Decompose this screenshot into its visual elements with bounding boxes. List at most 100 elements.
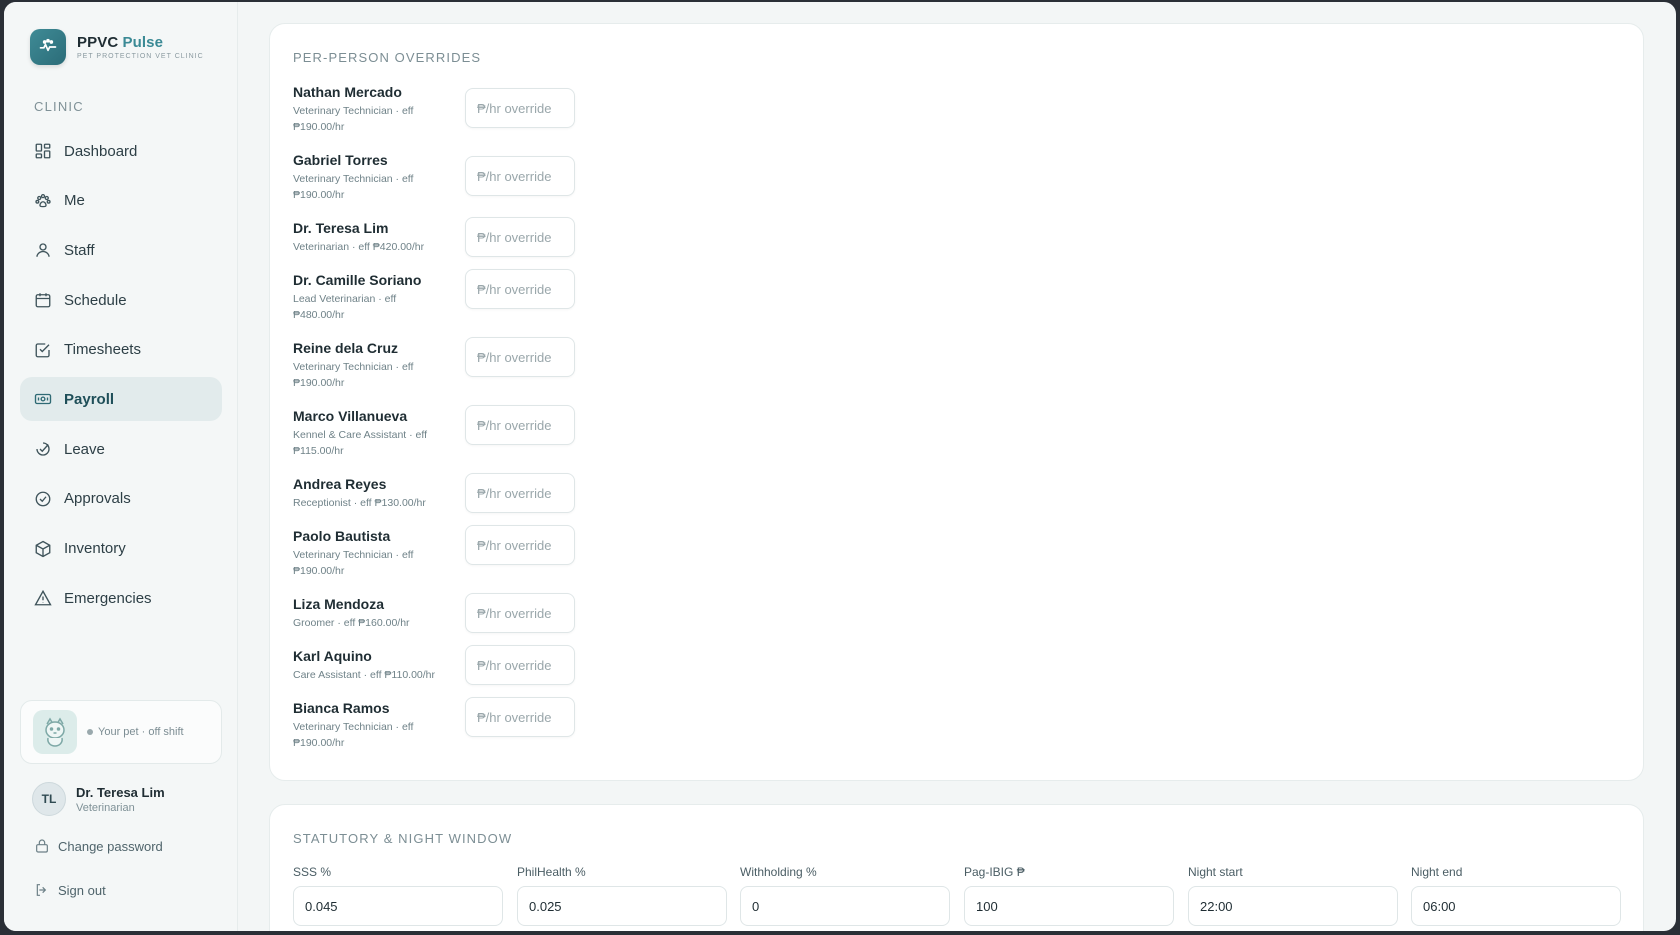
withholding-field: Withholding % — [740, 865, 950, 926]
leave-icon — [34, 440, 52, 458]
check-circle-icon — [34, 490, 52, 508]
override-row: Nathan Mercado Veterinary Technician · e… — [293, 84, 593, 135]
sidebar-item-label: Leave — [64, 440, 105, 458]
checkbox-icon — [34, 341, 52, 359]
override-rate-input[interactable] — [465, 88, 575, 128]
person-icon — [34, 241, 52, 259]
sidebar-item-dashboard[interactable]: Dashboard — [20, 129, 222, 173]
override-rate-input[interactable] — [465, 405, 575, 445]
overrides-title: PER-PERSON OVERRIDES — [293, 50, 482, 65]
pet-status-card[interactable]: Your pet · off shift — [20, 700, 222, 764]
sidebar-item-label: Me — [64, 192, 85, 210]
sign-out-label: Sign out — [58, 882, 106, 898]
override-rate-input[interactable] — [465, 473, 575, 513]
brand[interactable]: PPVC Pulse PET PROTECTION VET CLINIC — [30, 29, 204, 65]
override-row: Gabriel Torres Veterinary Technician · e… — [293, 152, 593, 203]
override-rate-input[interactable] — [465, 156, 575, 196]
sidebar-item-label: Emergencies — [64, 589, 152, 607]
sidebar-item-label: Approvals — [64, 490, 131, 508]
sidebar-item-label: Payroll — [64, 390, 115, 408]
warning-icon — [34, 589, 52, 607]
dashboard-icon — [34, 142, 52, 160]
sidebar-item-leave[interactable]: Leave — [20, 427, 222, 471]
philhealth-input[interactable] — [517, 886, 727, 926]
pet-avatar-icon — [33, 710, 77, 754]
sidebar-item-label: Dashboard — [64, 142, 138, 160]
philhealth-label: PhilHealth % — [517, 865, 586, 879]
override-row: Liza Mendoza Groomer · eff ₱160.00/hr — [293, 593, 593, 633]
sign-out-icon — [36, 884, 47, 896]
override-rate-input[interactable] — [465, 337, 575, 377]
sidebar-item-label: Schedule — [64, 291, 127, 309]
override-rate-input[interactable] — [465, 217, 575, 257]
override-row: Marco Villanueva Kennel & Care Assistant… — [293, 405, 593, 459]
withholding-label: Withholding % — [740, 865, 817, 879]
override-row: Karl Aquino Care Assistant · eff ₱110.00… — [293, 645, 593, 685]
override-row: Reine dela Cruz Veterinary Technician · … — [293, 337, 593, 391]
money-icon — [34, 390, 52, 408]
override-rate-input[interactable] — [465, 697, 575, 737]
override-rate-input[interactable] — [465, 645, 575, 685]
sign-out-link[interactable]: Sign out — [34, 882, 106, 898]
statutory-card: STATUTORY & NIGHT WINDOW SSS % PhilHealt… — [269, 804, 1644, 931]
pagibig-label: Pag-IBIG ₱ — [964, 865, 1025, 879]
night-end-label: Night end — [1411, 865, 1463, 879]
sidebar-item-staff[interactable]: Staff — [20, 228, 222, 272]
calendar-icon — [34, 291, 52, 309]
status-dot — [87, 729, 93, 735]
sidebar-item-label: Timesheets — [64, 341, 141, 359]
avatar: TL — [32, 782, 66, 816]
night-start-label: Night start — [1188, 865, 1243, 879]
override-rate-input[interactable] — [465, 593, 575, 633]
withholding-input[interactable] — [740, 886, 950, 926]
logo-icon — [30, 29, 66, 65]
night-end-field: Night end — [1411, 865, 1621, 926]
person-detail: Veterinary Technician · eff ₱190.00/hr — [293, 105, 414, 133]
overrides-card: PER-PERSON OVERRIDES Nathan Mercado Vete… — [269, 23, 1644, 781]
person-detail: Veterinary Technician · eff ₱190.00/hr — [293, 361, 414, 389]
sidebar-item-schedule[interactable]: Schedule — [20, 278, 222, 322]
box-icon — [34, 540, 52, 558]
pet-status: Your pet · off shift — [87, 726, 184, 738]
sidebar-item-inventory[interactable]: Inventory — [20, 527, 222, 571]
sidebar-item-me[interactable]: Me — [20, 179, 222, 223]
night-end-input[interactable] — [1411, 886, 1621, 926]
person-detail: Care Assistant · eff ₱110.00/hr — [293, 669, 436, 681]
sidebar-item-payroll[interactable]: Payroll — [20, 377, 222, 422]
statutory-title: STATUTORY & NIGHT WINDOW — [293, 831, 513, 846]
pet-status-text: Your pet · off shift — [98, 726, 184, 738]
person-detail: Kennel & Care Assistant · eff ₱115.00/hr — [293, 429, 428, 457]
sidebar: PPVC Pulse PET PROTECTION VET CLINIC CLI… — [4, 2, 238, 931]
section-label-clinic: CLINIC — [34, 99, 84, 114]
person-detail: Veterinary Technician · eff ₱190.00/hr — [293, 721, 414, 749]
brand-subtitle: PET PROTECTION VET CLINIC — [77, 53, 204, 60]
user-name: Dr. Teresa Lim — [76, 784, 165, 800]
override-rate-input[interactable] — [465, 269, 575, 309]
override-row: Dr. Camille Soriano Lead Veterinarian · … — [293, 269, 593, 323]
person-detail: Groomer · eff ₱160.00/hr — [293, 617, 410, 629]
sss-field: SSS % — [293, 865, 503, 926]
override-rate-input[interactable] — [465, 525, 575, 565]
change-password-link[interactable]: Change password — [34, 838, 163, 854]
user-profile[interactable]: TL Dr. Teresa Lim Veterinarian — [32, 782, 165, 816]
person-detail: Veterinary Technician · eff ₱190.00/hr — [293, 549, 414, 577]
lock-icon — [36, 839, 48, 853]
sidebar-item-emergencies[interactable]: Emergencies — [20, 576, 222, 620]
change-password-label: Change password — [58, 838, 163, 854]
brand-name: PPVC Pulse — [77, 34, 164, 51]
night-start-field: Night start — [1188, 865, 1398, 926]
person-detail: Receptionist · eff ₱130.00/hr — [293, 497, 426, 509]
pagibig-field: Pag-IBIG ₱ — [964, 865, 1174, 926]
sidebar-nav: Dashboard Me Staff Schedule Timesheets P… — [20, 129, 222, 626]
sidebar-item-timesheets[interactable]: Timesheets — [20, 328, 222, 372]
user-role: Veterinarian — [76, 801, 135, 814]
sidebar-item-label: Inventory — [64, 540, 126, 557]
pagibig-input[interactable] — [964, 886, 1174, 926]
sss-input[interactable] — [293, 886, 503, 926]
sss-label: SSS % — [293, 865, 332, 879]
philhealth-field: PhilHealth % — [517, 865, 727, 926]
override-row: Andrea Reyes Receptionist · eff ₱130.00/… — [293, 473, 593, 513]
night-start-input[interactable] — [1188, 886, 1398, 926]
person-detail: Veterinarian · eff ₱420.00/hr — [293, 241, 425, 253]
sidebar-item-approvals[interactable]: Approvals — [20, 477, 222, 521]
